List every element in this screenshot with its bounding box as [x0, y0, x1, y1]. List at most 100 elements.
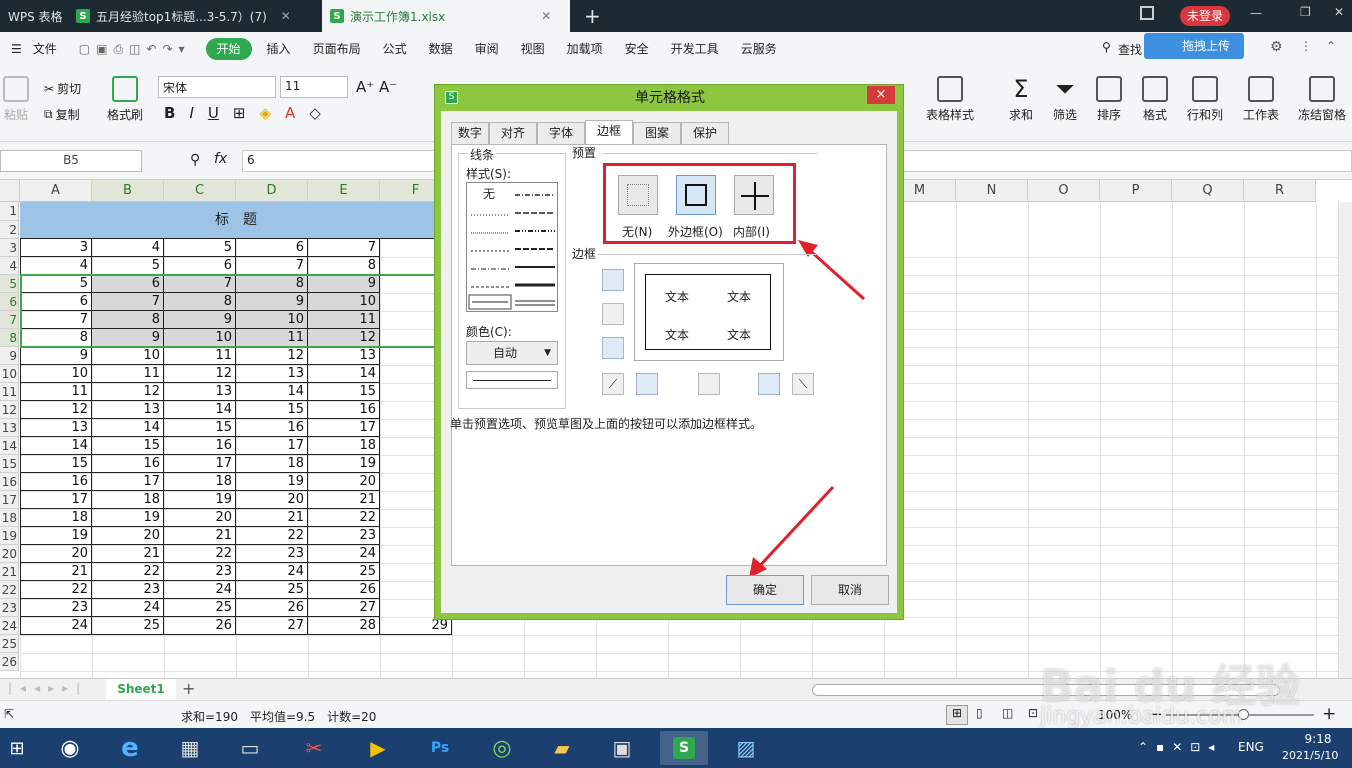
start-icon[interactable]: ⊞: [0, 731, 34, 765]
tab-protection[interactable]: 保护: [681, 122, 729, 144]
clock-time[interactable]: 9:18: [1294, 732, 1342, 746]
table-cell[interactable]: 25: [164, 599, 236, 617]
table-cell[interactable]: 7: [92, 293, 164, 311]
table-cell[interactable]: 21: [20, 563, 92, 581]
underline-icon[interactable]: U: [208, 104, 219, 122]
window-icon[interactable]: [1140, 6, 1154, 20]
close-icon[interactable]: ✕: [541, 9, 551, 23]
paste-button[interactable]: 粘贴: [2, 76, 30, 123]
tab-pattern[interactable]: 图案: [633, 122, 681, 144]
menu-cloud[interactable]: 云服务: [730, 32, 788, 66]
sheet-nav-icons[interactable]: |◂◂▸▸|: [8, 681, 88, 695]
table-cell[interactable]: 9: [308, 275, 380, 293]
normal-view-icon[interactable]: ⊞: [946, 705, 968, 725]
table-cell[interactable]: 24: [92, 599, 164, 617]
table-cell[interactable]: 20: [164, 509, 236, 527]
border-diag-down-button[interactable]: ⟍: [792, 373, 814, 395]
table-cell[interactable]: 8: [92, 311, 164, 329]
table-cell[interactable]: 11: [92, 365, 164, 383]
table-cell[interactable]: 3: [20, 239, 92, 257]
worksheet-button[interactable]: 工作表: [1238, 76, 1284, 123]
sheet-tab-sheet1[interactable]: Sheet1: [106, 679, 176, 700]
audio-app-icon[interactable]: ◉: [46, 731, 94, 765]
row-header-1[interactable]: 1: [0, 202, 19, 221]
row-header-25[interactable]: 25: [0, 635, 19, 653]
table-cell[interactable]: 13: [308, 347, 380, 365]
language-indicator[interactable]: ENG: [1238, 740, 1264, 754]
break-view-icon[interactable]: ◫: [1002, 706, 1013, 720]
row-header-7[interactable]: 7: [0, 311, 19, 329]
zoom-icon[interactable]: ⚲: [190, 152, 200, 168]
table-cell[interactable]: 13: [20, 419, 92, 437]
row-header-8[interactable]: 8: [0, 329, 19, 347]
border-top-button[interactable]: [602, 269, 624, 291]
row-header-11[interactable]: 11: [0, 383, 19, 401]
dialog-close-button[interactable]: ×: [867, 86, 895, 104]
table-cell[interactable]: 4: [20, 257, 92, 275]
menu-page-layout[interactable]: 页面布局: [302, 32, 372, 66]
table-cell[interactable]: 19: [164, 491, 236, 509]
title-cell[interactable]: 标 题: [20, 202, 452, 239]
column-header-o[interactable]: O: [1028, 180, 1100, 202]
table-cell[interactable]: 17: [92, 473, 164, 491]
upload-button[interactable]: 拖拽上传: [1144, 33, 1244, 59]
border-preview[interactable]: 文本 文本 文本 文本: [634, 263, 784, 361]
column-header-p[interactable]: P: [1100, 180, 1172, 202]
menu-insert[interactable]: 插入: [256, 32, 302, 66]
row-header-9[interactable]: 9: [0, 347, 19, 365]
line-style-list[interactable]: 无: [466, 182, 558, 312]
more-icon[interactable]: ⋮: [1300, 39, 1312, 53]
format-painter-button[interactable]: 格式刷: [104, 76, 146, 123]
font-grow-icon[interactable]: A⁺ A⁻: [356, 78, 397, 96]
table-cell[interactable]: 22: [20, 581, 92, 599]
tab-border[interactable]: 边框: [585, 120, 633, 145]
table-cell[interactable]: 8: [308, 257, 380, 275]
table-cell[interactable]: 24: [164, 581, 236, 599]
menu-security[interactable]: 安全: [614, 32, 660, 66]
menu-developer[interactable]: 开发工具: [660, 32, 730, 66]
table-cell[interactable]: 25: [308, 563, 380, 581]
column-header-b[interactable]: B: [92, 180, 164, 202]
row-header-21[interactable]: 21: [0, 563, 19, 581]
table-cell[interactable]: 22: [308, 509, 380, 527]
table-cell[interactable]: 23: [92, 581, 164, 599]
table-cell[interactable]: 26: [164, 617, 236, 635]
table-cell[interactable]: 6: [92, 275, 164, 293]
table-cell[interactable]: 22: [236, 527, 308, 545]
color-select[interactable]: 自动 ▼: [466, 341, 558, 365]
table-cell[interactable]: 8: [164, 293, 236, 311]
row-header-17[interactable]: 17: [0, 491, 19, 509]
row-header-19[interactable]: 19: [0, 527, 19, 545]
table-cell[interactable]: 16: [164, 437, 236, 455]
preset-outline-button[interactable]: [676, 175, 716, 215]
table-cell[interactable]: 20: [92, 527, 164, 545]
table-cell[interactable]: 10: [20, 365, 92, 383]
table-cell[interactable]: 21: [308, 491, 380, 509]
page-view-icon[interactable]: ▯: [976, 706, 983, 720]
copy-button[interactable]: ⧉ 复制: [44, 106, 80, 123]
search-label[interactable]: 查找: [1118, 41, 1142, 58]
table-cell[interactable]: 14: [308, 365, 380, 383]
row-header-14[interactable]: 14: [0, 437, 19, 455]
table-cell[interactable]: 12: [164, 365, 236, 383]
line-styles-svg[interactable]: [467, 183, 559, 313]
table-cell[interactable]: 20: [20, 545, 92, 563]
table-cell[interactable]: 11: [20, 383, 92, 401]
font-color-icon[interactable]: A: [285, 104, 295, 122]
format-button[interactable]: 格式: [1138, 76, 1172, 123]
photoshop-icon[interactable]: Ps: [416, 731, 464, 765]
reading-view-icon[interactable]: ⊡: [1028, 706, 1038, 720]
column-header-q[interactable]: Q: [1172, 180, 1244, 202]
column-header-a[interactable]: A: [20, 180, 92, 202]
table-cell[interactable]: 21: [164, 527, 236, 545]
table-cell[interactable]: 14: [20, 437, 92, 455]
new-tab-icon[interactable]: +: [584, 4, 601, 28]
table-cell[interactable]: 17: [308, 419, 380, 437]
table-cell[interactable]: 28: [308, 617, 380, 635]
table-cell[interactable]: 18: [92, 491, 164, 509]
table-cell[interactable]: 9: [236, 293, 308, 311]
quick-access-icons[interactable]: ▢▣⎙◫↶↷▾: [68, 32, 202, 66]
column-header-d[interactable]: D: [236, 180, 308, 202]
preset-inside-button[interactable]: [734, 175, 774, 215]
tab-font[interactable]: 字体: [537, 122, 585, 144]
